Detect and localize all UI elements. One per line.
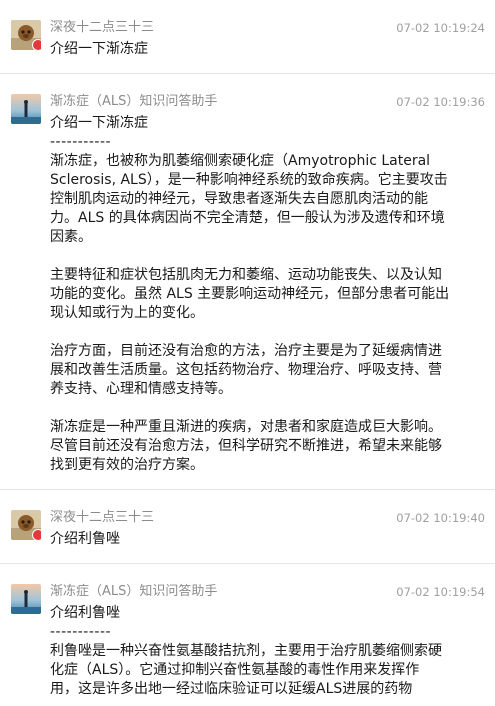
answer-line: 尽管目前还没有治愈方法，但科学研究不断推进，希望未来能够	[50, 438, 442, 454]
chat-feed[interactable]: 深夜十二点三十三 07-02 10:19:24 介绍一下渐冻症 渐冻症（ALS）…	[0, 0, 495, 706]
answer-paragraph: 主要特征和症状包括肌肉无力和萎缩、运动功能丧失、以及认知 功能的变化。虽然 AL…	[50, 266, 471, 323]
message-user: 深夜十二点三十三 07-02 10:19:40 介绍利鲁唑	[0, 489, 495, 563]
message-time: 07-02 10:19:40	[396, 511, 485, 525]
user-avatar[interactable]	[11, 20, 41, 50]
message-body: 介绍一下渐冻症	[50, 40, 485, 59]
quoted-question: 介绍利鲁唑	[50, 605, 120, 621]
quoted-question: 介绍一下渐冻症	[50, 115, 148, 131]
answer-line: Sclerosis, ALS），是一种影响神经系统的致命疾病。它主要攻击	[50, 172, 448, 188]
sender-name: 渐冻症（ALS）知识问答助手	[50, 584, 218, 599]
message-time: 07-02 10:19:24	[396, 21, 485, 35]
notification-dot	[32, 529, 41, 540]
message-time: 07-02 10:19:36	[396, 95, 485, 109]
assistant-avatar-image	[11, 584, 41, 614]
answer-line: 渐冻症，也被称为肌萎缩侧索硬化症（Amyotrophic Lateral	[50, 153, 431, 169]
answer-line: 力。ALS 的具体病因尚不完全清楚，但一般认为涉及遗传和环境	[50, 210, 445, 226]
answer-paragraph: 渐冻症，也被称为肌萎缩侧索硬化症（Amyotrophic Lateral Scl…	[50, 152, 471, 247]
assistant-avatar[interactable]	[11, 584, 41, 614]
answer-line: 用，这是许多出地一经过临床验证可以延缓ALS进展的药物	[50, 681, 413, 697]
answer-line: 化症（ALS）。它通过抑制兴奋性氨基酸的毒性作用来发挥作	[50, 662, 420, 678]
assistant-avatar-image	[11, 94, 41, 124]
answer-line: 养支持、心理和情感支持等。	[50, 381, 232, 397]
answer-line: 治疗方面，目前还没有治愈的方法，治疗主要是为了延缓病情进	[50, 343, 442, 359]
sender-name: 深夜十二点三十三	[50, 20, 155, 35]
sender-name: 渐冻症（ALS）知识问答助手	[50, 94, 218, 109]
message-text: 介绍一下渐冻症	[50, 41, 148, 57]
answer-line: 控制肌肉运动的神经元，导致患者逐渐失去自愿肌肉活动的能	[50, 191, 428, 207]
answer-line: 展和改善生活质量。这包括药物治疗、物理治疗、呼吸支持、营	[50, 362, 442, 378]
message-body: 介绍一下渐冻症 ----------- 渐冻症，也被称为肌萎缩侧索硬化症（Amy…	[50, 114, 485, 475]
message-assistant: 渐冻症（ALS）知识问答助手 07-02 10:19:54 介绍利鲁唑 ----…	[0, 563, 495, 699]
message-user: 深夜十二点三十三 07-02 10:19:24 介绍一下渐冻症	[0, 0, 495, 73]
separator: -----------	[50, 134, 112, 150]
answer-line: 利鲁唑是一种兴奋性氨基酸拮抗剂，主要用于治疗肌萎缩侧索硬	[50, 643, 442, 659]
answer-line: 功能的变化。虽然 ALS 主要影响运动神经元，但部分患者可能出	[50, 286, 450, 302]
user-avatar[interactable]	[11, 510, 41, 540]
message-body: 介绍利鲁唑	[50, 530, 485, 549]
message-time: 07-02 10:19:54	[396, 585, 485, 599]
answer-line: 找到更有效的治疗方案。	[50, 457, 204, 473]
notification-dot	[32, 39, 41, 50]
answer-line: 现认知或行为上的变化。	[50, 305, 204, 321]
separator: -----------	[50, 624, 112, 640]
answer-paragraph: 治疗方面，目前还没有治愈的方法，治疗主要是为了延缓病情进 展和改善生活质量。这包…	[50, 342, 471, 399]
message-body: 介绍利鲁唑 ----------- 利鲁唑是一种兴奋性氨基酸拮抗剂，主要用于治疗…	[50, 604, 485, 699]
assistant-avatar[interactable]	[11, 94, 41, 124]
answer-line: 因素。	[50, 229, 92, 245]
answer-line: 主要特征和症状包括肌肉无力和萎缩、运动功能丧失、以及认知	[50, 267, 442, 283]
message-assistant: 渐冻症（ALS）知识问答助手 07-02 10:19:36 介绍一下渐冻症 --…	[0, 73, 495, 489]
message-text: 介绍利鲁唑	[50, 531, 120, 547]
answer-paragraph: 渐冻症是一种严重且渐进的疾病，对患者和家庭造成巨大影响。 尽管目前还没有治愈方法…	[50, 418, 471, 475]
answer-paragraph: 利鲁唑是一种兴奋性氨基酸拮抗剂，主要用于治疗肌萎缩侧索硬 化症（ALS）。它通过…	[50, 642, 471, 699]
answer-line: 渐冻症是一种严重且渐进的疾病，对患者和家庭造成巨大影响。	[50, 419, 442, 435]
sender-name: 深夜十二点三十三	[50, 510, 155, 525]
